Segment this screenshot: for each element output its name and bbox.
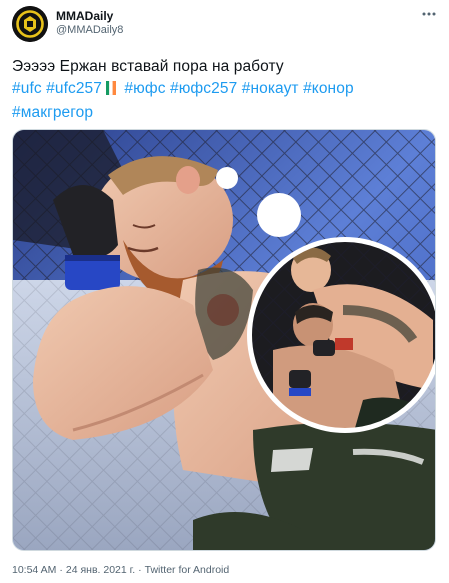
tweet-source[interactable]: Twitter for Android: [145, 564, 230, 576]
hashtag-yufs[interactable]: #юфс: [124, 80, 165, 97]
hashtag-ufc257[interactable]: #ufc257: [46, 80, 102, 97]
tweet-meta: 10:54 AM · 24 янв. 2021 г. · Twitter for And…: [12, 563, 229, 577]
hashtag-ufc[interactable]: #ufc: [12, 80, 42, 97]
hashtag-line-2: #макгрегор: [12, 102, 432, 124]
mma-logo-icon: [12, 6, 48, 42]
author-display-name[interactable]: MMADaily: [56, 9, 123, 23]
hashtag-line-1: #ufc #ufc257 #юфс #юфс257 #нокаут #конор: [12, 78, 432, 102]
hashtag-konor[interactable]: #конор: [303, 80, 354, 97]
hashtag-nokaut[interactable]: #нокаут: [242, 80, 299, 97]
meta-separator: ·: [59, 564, 63, 576]
knockout-photo: [13, 130, 435, 550]
author-handle[interactable]: @MMADaily8: [56, 23, 123, 37]
meta-separator: ·: [138, 564, 142, 576]
ireland-flag-icon: [105, 80, 116, 102]
tweet-media-image[interactable]: [12, 129, 436, 551]
tweet-text: Эээээ Ержан вставай пора на работу #ufc …: [12, 56, 432, 124]
tweet-text-line: Эээээ Ержан вставай пора на работу: [12, 58, 284, 75]
tweet-date[interactable]: 24 янв. 2021 г.: [66, 564, 135, 576]
tweet-card: MMADaily @MMADaily8 Эээээ Ержан вставай …: [0, 0, 449, 583]
tweet-time[interactable]: 10:54 AM: [12, 564, 56, 576]
more-options-icon: [422, 12, 436, 16]
author-block[interactable]: MMADaily @MMADaily8: [56, 9, 123, 37]
hashtag-makgregor[interactable]: #макгрегор: [12, 104, 93, 121]
hashtag-yufs257[interactable]: #юфс257: [170, 80, 237, 97]
author-avatar[interactable]: [12, 6, 48, 42]
more-options-button[interactable]: [421, 8, 437, 24]
